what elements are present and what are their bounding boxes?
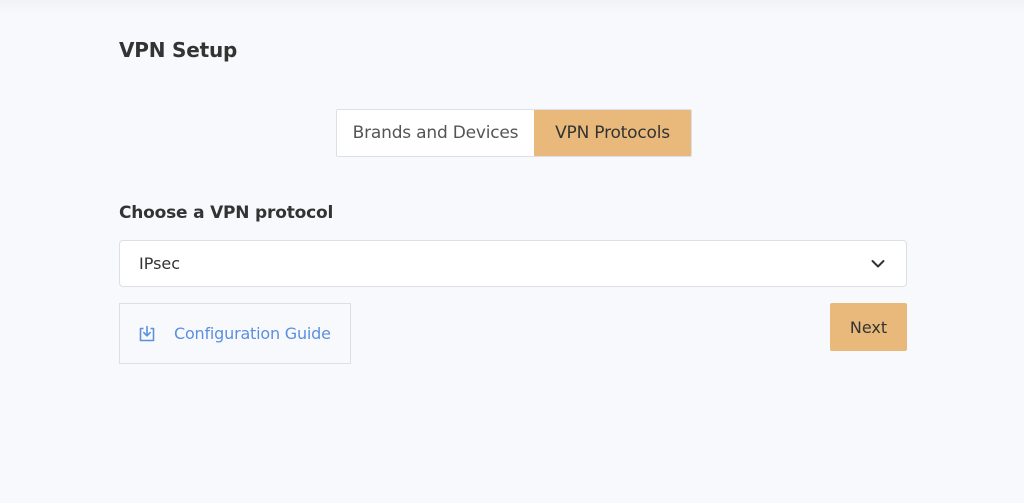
tab-brands-and-devices[interactable]: Brands and Devices: [337, 110, 534, 156]
configuration-guide-label: Configuration Guide: [174, 324, 331, 343]
chevron-down-icon: [871, 259, 885, 267]
configuration-guide-button[interactable]: Configuration Guide: [119, 303, 351, 364]
vpn-protocol-select-value: IPsec: [139, 254, 181, 273]
vpn-setup-page: VPN Setup Brands and Devices VPN Protoco…: [0, 0, 1024, 503]
page-title: VPN Setup: [119, 38, 238, 62]
next-button[interactable]: Next: [830, 303, 907, 351]
vpn-protocol-select[interactable]: IPsec: [119, 240, 907, 287]
setup-tabs: Brands and Devices VPN Protocols: [336, 109, 692, 157]
download-icon: [139, 325, 155, 341]
protocol-select-label: Choose a VPN protocol: [119, 203, 334, 223]
tab-vpn-protocols[interactable]: VPN Protocols: [534, 110, 691, 156]
top-shadow: [0, 0, 1024, 14]
